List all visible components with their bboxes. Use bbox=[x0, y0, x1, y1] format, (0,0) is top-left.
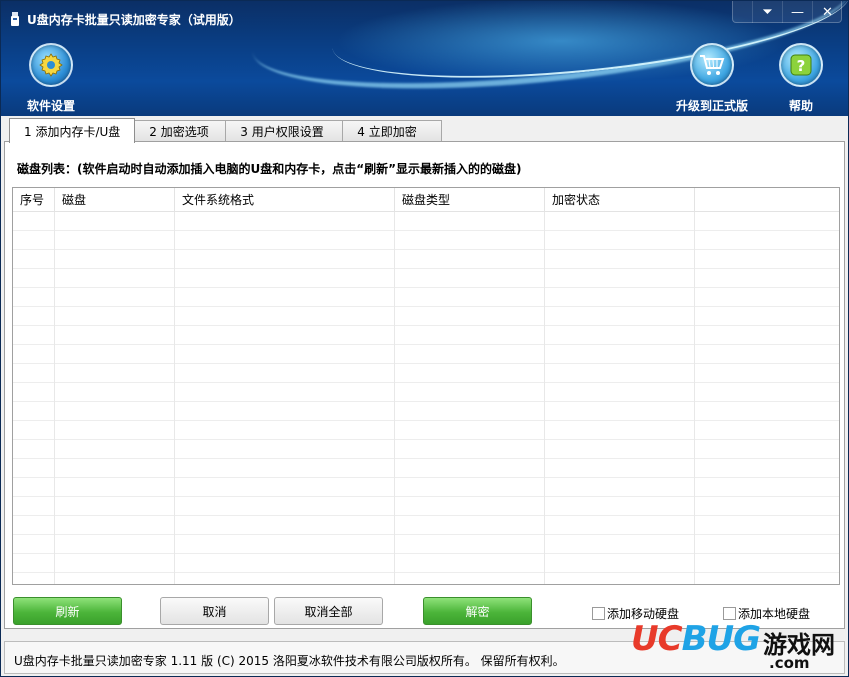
watermark-domain: .com bbox=[769, 654, 810, 672]
refresh-button[interactable]: 刷新 bbox=[13, 597, 122, 625]
column-divider bbox=[694, 212, 695, 584]
window-title: U盘内存卡批量只读加密专家（试用版） bbox=[27, 12, 241, 27]
shopping-cart-icon[interactable] bbox=[690, 43, 734, 87]
column-header-disk[interactable]: 磁盘 bbox=[55, 188, 175, 211]
usb-drive-icon bbox=[11, 12, 19, 26]
copyright-text: U盘内存卡批量只读加密专家 1.11 版 (C) 2015 洛阳夏冰软件技术有限… bbox=[14, 654, 565, 668]
disk-table[interactable]: 序号 磁盘 文件系统格式 磁盘类型 加密状态 bbox=[12, 187, 840, 585]
column-header-filesystem[interactable]: 文件系统格式 bbox=[175, 188, 395, 211]
settings-label[interactable]: 软件设置 bbox=[27, 97, 75, 114]
tab-user-permissions[interactable]: 3 用户权限设置 bbox=[225, 120, 344, 142]
table-header: 序号 磁盘 文件系统格式 磁盘类型 加密状态 bbox=[13, 188, 839, 212]
column-header-encrypt-status[interactable]: 加密状态 bbox=[545, 188, 695, 211]
window-controls: ⏷ — ✕ bbox=[752, 1, 842, 23]
question-icon[interactable]: ? bbox=[779, 43, 823, 87]
tab-encrypt-options[interactable]: 2 加密选项 bbox=[134, 120, 227, 142]
decrypt-button[interactable]: 解密 bbox=[423, 597, 532, 625]
menu-dropdown-button[interactable]: ⏷ bbox=[752, 1, 782, 23]
cancel-all-button[interactable]: 取消全部 bbox=[274, 597, 383, 625]
help-tool[interactable]: ? 帮助 bbox=[761, 43, 841, 114]
column-divider bbox=[54, 212, 55, 584]
gear-icon[interactable] bbox=[29, 43, 73, 87]
column-divider bbox=[394, 212, 395, 584]
site-watermark: UCBUG 游戏网 .com bbox=[631, 619, 846, 675]
upgrade-tool[interactable]: 升级到正式版 bbox=[672, 43, 752, 114]
help-label[interactable]: 帮助 bbox=[789, 97, 813, 114]
column-header-index[interactable]: 序号 bbox=[13, 188, 55, 211]
watermark-logo: UCBUG bbox=[631, 619, 761, 659]
upgrade-label[interactable]: 升级到正式版 bbox=[676, 97, 748, 114]
tab-add-card[interactable]: 1 添加内存卡/U盘 bbox=[9, 118, 136, 143]
column-header-disk-type[interactable]: 磁盘类型 bbox=[395, 188, 545, 211]
tab-encrypt-now[interactable]: 4 立即加密 bbox=[342, 120, 443, 142]
svg-text:?: ? bbox=[797, 57, 806, 75]
disk-list-label: 磁盘列表：(软件启动时自动添加插入电脑的U盘和内存卡，点击“刷新”显示最新插入的… bbox=[17, 162, 522, 176]
checkbox-box[interactable] bbox=[592, 607, 605, 620]
close-button[interactable]: ✕ bbox=[812, 1, 842, 23]
settings-tool[interactable]: 软件设置 bbox=[11, 43, 91, 114]
title-bar: U盘内存卡批量只读加密专家（试用版） bbox=[9, 9, 241, 29]
app-window: U盘内存卡批量只读加密专家（试用版） ⏷ — ✕ 软件设置 升级到正式版 ? 帮… bbox=[0, 0, 849, 677]
table-body[interactable] bbox=[13, 212, 839, 584]
header-banner: U盘内存卡批量只读加密专家（试用版） ⏷ — ✕ 软件设置 升级到正式版 ? 帮… bbox=[1, 1, 848, 116]
cancel-button[interactable]: 取消 bbox=[160, 597, 269, 625]
column-divider bbox=[544, 212, 545, 584]
column-divider bbox=[174, 212, 175, 584]
column-header-filler bbox=[695, 188, 839, 211]
tab-strip: 1 添加内存卡/U盘 2 加密选项 3 用户权限设置 4 立即加密 bbox=[9, 118, 443, 143]
minimize-button[interactable]: — bbox=[782, 1, 812, 23]
